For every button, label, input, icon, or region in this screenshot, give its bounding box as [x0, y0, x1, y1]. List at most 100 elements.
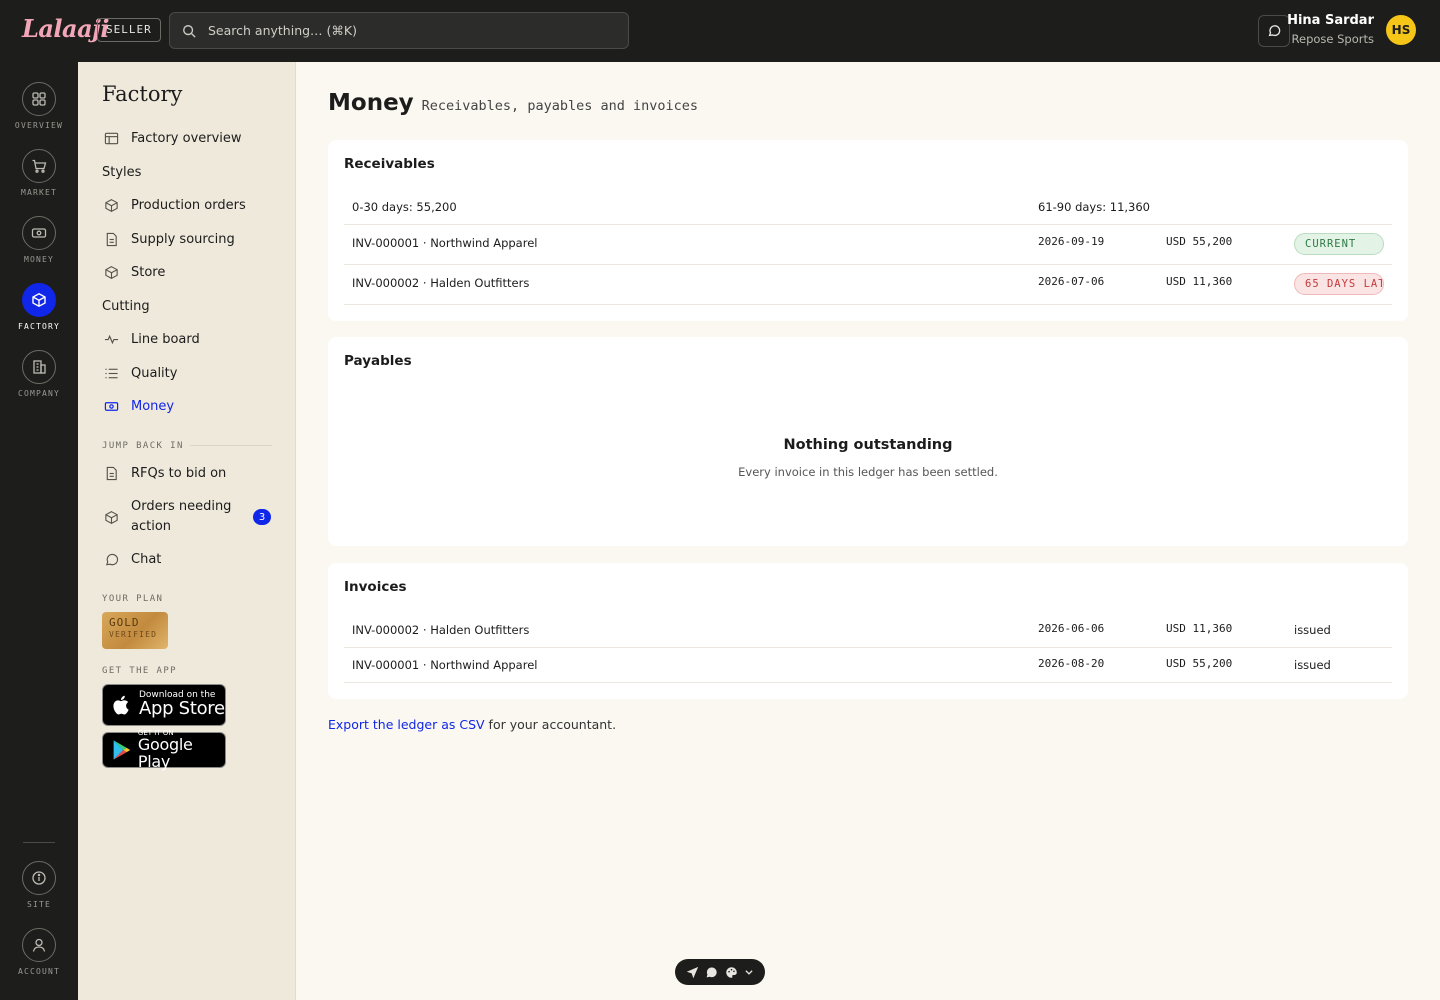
rail-item-account[interactable]: ACCOUNT	[0, 928, 78, 976]
bucket-61-90: 61-90 days: 11,360	[1038, 200, 1150, 214]
user-menu[interactable]: Hina Sardar Repose Sports	[1287, 13, 1374, 46]
layout-icon	[102, 129, 120, 147]
sidebar-item-label: Chat	[131, 551, 162, 567]
invoice-date: 2026-08-20	[1038, 657, 1105, 670]
box-icon	[102, 508, 120, 526]
box-icon	[102, 196, 120, 214]
sidebar-item-label: Factory overview	[131, 130, 242, 146]
rail-item-site[interactable]: SITE	[0, 861, 78, 909]
rail-label: MARKET	[20, 188, 58, 197]
avatar[interactable]: HS	[1386, 15, 1416, 45]
chat-button[interactable]	[1258, 15, 1290, 47]
rail-label: MONEY	[23, 255, 55, 264]
app-caption: GET THE APP	[102, 666, 178, 676]
app-store-button[interactable]: Download on the App Store	[102, 684, 226, 726]
rail-item-money[interactable]: MONEY	[0, 216, 78, 264]
rail-item-market[interactable]: MARKET	[0, 149, 78, 197]
table-row[interactable]: INV-000002 · Halden Outfitters 2026-07-0…	[344, 265, 1392, 305]
google-play-icon	[113, 740, 131, 760]
table-row[interactable]: INV-000001 · Northwind Apparel 2026-09-1…	[344, 225, 1392, 265]
sidebar-item-rfqs[interactable]: RFQs to bid on	[102, 464, 226, 482]
cart-icon	[22, 149, 56, 183]
comment-icon[interactable]	[705, 966, 718, 979]
caption-divider	[190, 445, 272, 446]
sidebar-item-label: Orders needing action	[131, 499, 232, 534]
sidebar-item-factory-overview[interactable]: Factory overview	[102, 129, 242, 147]
sidebar: Factory Factory overview Styles Producti…	[78, 62, 296, 1000]
main-content: Money Receivables, payables and invoices…	[296, 62, 1440, 1000]
rail-label: COMPANY	[17, 389, 61, 398]
jump-back-caption: JUMP BACK IN	[102, 441, 184, 451]
send-icon[interactable]	[686, 966, 699, 979]
sidebar-item-chat[interactable]: Chat	[102, 550, 161, 568]
grid-icon	[22, 82, 56, 116]
count-badge: 3	[253, 509, 271, 525]
activity-icon	[102, 330, 120, 348]
store-big-label: App Store	[139, 698, 225, 720]
document-icon	[102, 464, 120, 482]
sidebar-item-orders-needing-action[interactable]: Orders needing action	[102, 497, 241, 537]
role-chip[interactable]: SELLER	[97, 18, 161, 42]
aging-summary-row: 0-30 days: 55,200 61-90 days: 11,360	[344, 188, 1392, 225]
google-play-button[interactable]: GET IT ON Google Play	[102, 729, 226, 769]
invoice-ref: INV-000001 · Northwind Apparel	[352, 236, 538, 250]
sidebar-item-label: Money	[131, 398, 175, 414]
sidebar-item-store[interactable]: Store	[102, 263, 165, 281]
plan-status: VERIFIED	[109, 630, 158, 639]
app-logo[interactable]: Lalaaji	[22, 14, 109, 43]
sidebar-item-line-board[interactable]: Line board	[102, 330, 200, 348]
info-icon	[22, 861, 56, 895]
table-row[interactable]: INV-000001 · Northwind Apparel 2026-08-2…	[344, 648, 1392, 683]
sidebar-section-cutting[interactable]: Cutting	[102, 299, 150, 314]
palette-icon[interactable]	[725, 966, 738, 979]
rail-divider	[23, 842, 55, 843]
sidebar-item-quality[interactable]: Quality	[102, 364, 177, 382]
card-title: Invoices	[344, 579, 407, 595]
due-date: 2026-09-19	[1038, 235, 1105, 248]
invoices-card: Invoices INV-000002 · Halden Outfitters …	[328, 563, 1408, 699]
rail-item-overview[interactable]: OVERVIEW	[0, 82, 78, 130]
amount: USD 11,360	[1166, 622, 1233, 635]
sidebar-title: Factory	[102, 82, 183, 106]
amount: USD 55,200	[1166, 657, 1233, 670]
bucket-0-30: 0-30 days: 55,200	[352, 200, 457, 214]
export-note: Export the ledger as CSV for your accoun…	[328, 717, 616, 732]
search-bar[interactable]	[169, 12, 629, 49]
sidebar-item-label: Quality	[131, 365, 178, 381]
amount: USD 11,360	[1166, 275, 1233, 288]
page-subtitle: Receivables, payables and invoices	[421, 98, 698, 114]
chevron-down-icon[interactable]	[744, 967, 754, 977]
invoice-status: issued	[1294, 623, 1331, 637]
sidebar-item-supply-sourcing[interactable]: Supply sourcing	[102, 230, 235, 248]
rail-item-factory[interactable]: FACTORY	[0, 283, 78, 331]
user-org: Repose Sports	[1291, 32, 1374, 46]
user-icon	[22, 928, 56, 962]
receivables-card: Receivables 0-30 days: 55,200 61-90 days…	[328, 140, 1408, 321]
rail-item-company[interactable]: COMPANY	[0, 350, 78, 398]
sidebar-item-production-orders[interactable]: Production orders	[102, 196, 246, 214]
sidebar-item-label: Store	[131, 264, 166, 280]
export-note-suffix: for your accountant.	[484, 717, 617, 732]
document-icon	[102, 230, 120, 248]
invoice-ref: INV-000001 · Northwind Apparel	[352, 658, 538, 672]
building-icon	[22, 350, 56, 384]
page-header: Money Receivables, payables and invoices	[328, 90, 698, 116]
rail-label: ACCOUNT	[17, 967, 61, 976]
banknote-icon	[102, 397, 120, 415]
top-bar: Lalaaji SELLER Hina Sardar Repose Sports…	[0, 0, 1440, 62]
plan-tier: GOLD	[109, 616, 140, 629]
table-row[interactable]: INV-000002 · Halden Outfitters 2026-06-0…	[344, 613, 1392, 648]
apple-icon	[113, 695, 129, 715]
sidebar-item-money[interactable]: Money	[102, 397, 174, 415]
sidebar-item-label: RFQs to bid on	[131, 465, 227, 481]
nav-rail: OVERVIEW MARKET MONEY FACTORY COMPANY SI…	[0, 62, 78, 1000]
sidebar-section-styles[interactable]: Styles	[102, 165, 141, 180]
invoice-ref: INV-000002 · Halden Outfitters	[352, 623, 530, 637]
export-csv-link[interactable]: Export the ledger as CSV	[328, 717, 485, 732]
chat-bubble-icon	[102, 550, 120, 568]
empty-state-message: Every invoice in this ledger has been se…	[738, 465, 998, 479]
invoice-ref: INV-000002 · Halden Outfitters	[352, 276, 530, 290]
invoice-status: issued	[1294, 658, 1331, 672]
plan-badge[interactable]: GOLD VERIFIED	[102, 612, 168, 649]
search-input[interactable]	[208, 23, 608, 38]
